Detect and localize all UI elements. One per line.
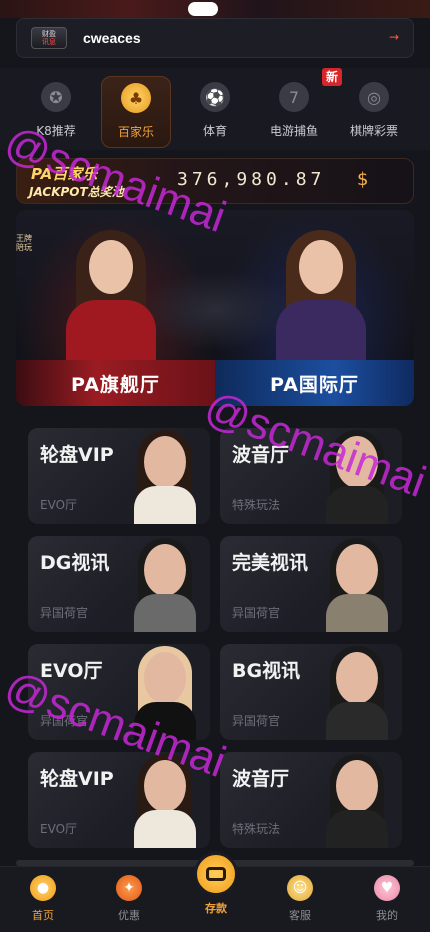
tab-slots-fishing[interactable]: 7 电游捕鱼: [259, 76, 329, 148]
slot-seven-icon: 7: [279, 82, 309, 112]
game-card[interactable]: DG视讯 异国荷官: [28, 536, 210, 632]
tab-k8-recommend[interactable]: ✪ K8推荐: [21, 76, 91, 148]
deposit-label: 存款: [205, 902, 227, 915]
dealer-portrait: [322, 536, 392, 632]
notice-text: cweaces: [83, 30, 141, 46]
notice-bar[interactable]: 财盈 讯息 cweaces →: [16, 18, 414, 58]
wallet-icon: [206, 867, 226, 881]
game-card[interactable]: 轮盘VIP EVO厅: [28, 752, 210, 848]
pa-hall-hero: 王牌 陪玩 PA旗舰厅 PA国际厅: [16, 210, 414, 406]
tab-label: 棋牌彩票: [349, 124, 398, 138]
jackpot-currency: $: [357, 169, 369, 190]
nav-home[interactable]: ● 首页: [13, 875, 73, 923]
medal-icon: ✪: [41, 82, 71, 112]
notice-badge: 财盈 讯息: [31, 27, 67, 49]
dealer-portrait: [322, 752, 392, 848]
dealer-portrait: [130, 752, 200, 848]
jackpot-subtitle: JACKPOT总奖池: [29, 185, 124, 199]
headset-icon: ☺: [287, 875, 313, 901]
soccer-ball-icon: ⚽: [200, 82, 230, 112]
dealer-portrait-red: [56, 230, 166, 380]
game-title: 轮盘VIP: [40, 768, 114, 790]
game-card[interactable]: 轮盘VIP EVO厅: [28, 428, 210, 524]
game-card[interactable]: BG视讯 异国荷官: [220, 644, 402, 740]
jackpot-banner[interactable]: PA百家乐 JACKPOT总奖池 376,980.87 $: [16, 158, 414, 204]
game-title: 轮盘VIP: [40, 444, 114, 466]
dealer-portrait: [322, 428, 392, 524]
game-subtitle: 异国荷官: [40, 606, 89, 620]
tab-label: K8推荐: [36, 124, 76, 138]
game-title: EVO厅: [40, 660, 103, 682]
tab-sports[interactable]: ⚽ 体育: [180, 76, 250, 148]
home-icon: ●: [30, 875, 56, 901]
game-subtitle: 异国荷官: [40, 714, 89, 728]
game-card[interactable]: EVO厅 异国荷官: [28, 644, 210, 740]
nav-service[interactable]: ☺ 客服: [270, 875, 330, 923]
game-subtitle: 异国荷官: [232, 606, 281, 620]
game-title: DG视讯: [40, 552, 110, 574]
game-card[interactable]: 波音厅 特殊玩法: [220, 752, 402, 848]
game-subtitle: EVO厅: [40, 822, 78, 836]
category-tabs: ✪ K8推荐 ♣ 百家乐 ⚽ 体育 7 电游捕鱼 ◎ 棋牌彩票: [0, 68, 430, 150]
game-title: 波音厅: [232, 768, 290, 790]
tab-cards-lottery[interactable]: ◎ 棋牌彩票: [339, 76, 409, 148]
game-subtitle: EVO厅: [40, 498, 78, 512]
chip-icon: ◎: [359, 82, 389, 112]
home-indicator: [188, 2, 218, 16]
top-banner-strip: [0, 0, 430, 18]
nav-label: 我的: [376, 909, 398, 922]
game-card[interactable]: 完美视讯 异国荷官: [220, 536, 402, 632]
dealer-portrait: [130, 428, 200, 524]
new-badge: 新: [322, 68, 342, 86]
notice-badge-bottom: 讯息: [42, 38, 56, 46]
arrow-right-icon[interactable]: →: [389, 30, 399, 44]
game-title: BG视讯: [232, 660, 301, 682]
baccarat-icon: ♣: [121, 83, 151, 113]
nav-label: 首页: [32, 909, 54, 922]
game-subtitle: 特殊玩法: [232, 498, 281, 512]
nav-label: 客服: [289, 909, 311, 922]
side-tag: 王牌 陪玩: [16, 234, 32, 252]
tab-label: 电游捕鱼: [269, 124, 318, 138]
notice-badge-top: 财盈: [42, 30, 56, 38]
dealer-portrait: [130, 644, 200, 740]
nav-mine[interactable]: ♥ 我的: [357, 875, 417, 923]
game-title: 完美视讯: [232, 552, 309, 574]
tab-label: 体育: [202, 124, 227, 138]
bunny-icon: ♥: [374, 875, 400, 901]
pa-international-hall-button[interactable]: PA国际厅: [215, 360, 414, 406]
dealer-portrait: [130, 536, 200, 632]
pa-flagship-hall-button[interactable]: PA旗舰厅: [16, 360, 215, 406]
dealer-portrait: [322, 644, 392, 740]
nav-label: 优惠: [118, 909, 140, 922]
tab-baccarat[interactable]: ♣ 百家乐: [101, 76, 171, 148]
deposit-button[interactable]: [194, 852, 238, 896]
game-subtitle: 特殊玩法: [232, 822, 281, 836]
nav-promo[interactable]: ✦ 优惠: [99, 875, 159, 923]
gift-icon: ✦: [116, 875, 142, 901]
jackpot-title: PA百家乐: [31, 165, 98, 183]
game-title: 波音厅: [232, 444, 290, 466]
dealer-portrait-blue: [266, 230, 376, 380]
game-subtitle: 异国荷官: [232, 714, 281, 728]
jackpot-amount: 376,980.87: [177, 169, 326, 190]
tab-label: 百家乐: [117, 125, 154, 139]
game-card[interactable]: 波音厅 特殊玩法: [220, 428, 402, 524]
